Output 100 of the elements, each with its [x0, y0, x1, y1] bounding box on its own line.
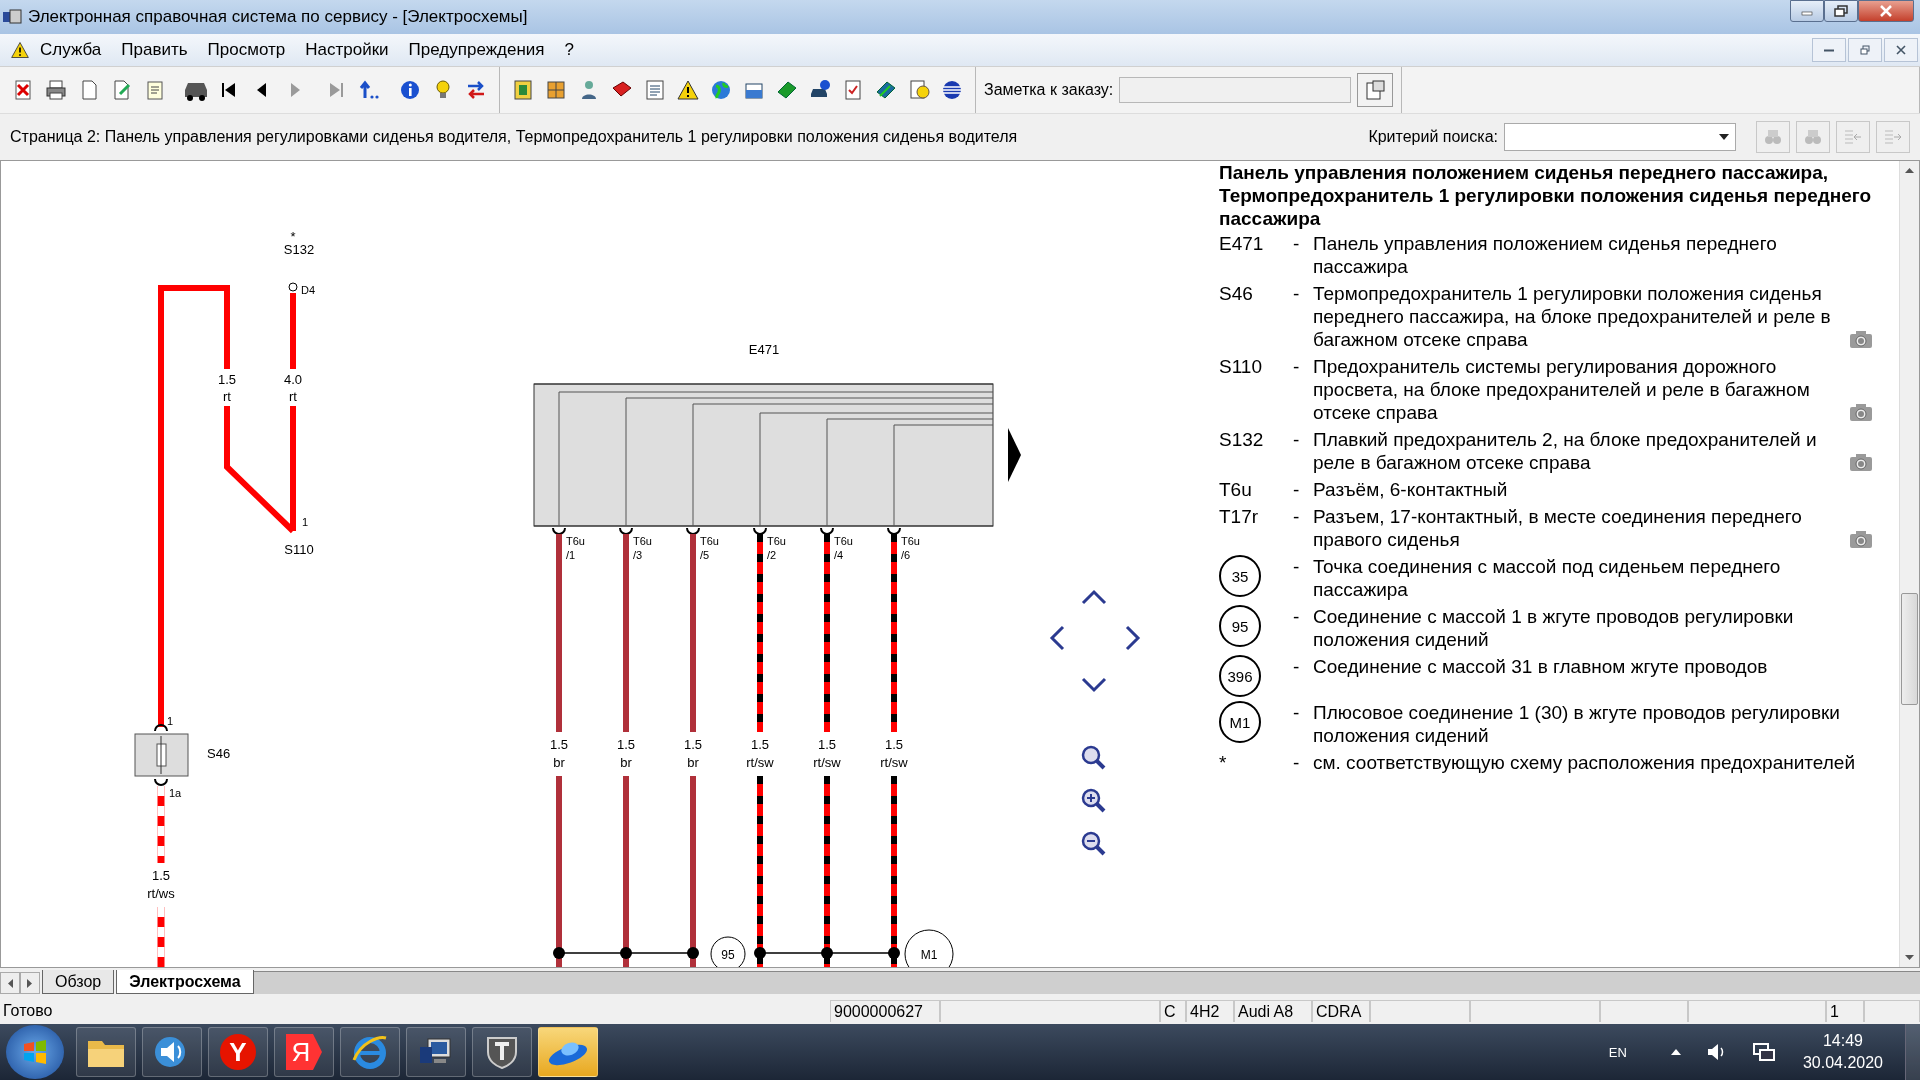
connector-label: T6u	[633, 535, 652, 547]
minimize-button[interactable]	[1790, 0, 1824, 22]
component-code: S46	[1219, 283, 1253, 304]
wire-mark: *	[290, 229, 296, 244]
browser-app-icon: Y	[220, 1034, 256, 1070]
taskbar-app-button[interactable]	[142, 1027, 202, 1077]
network-icon[interactable]	[1752, 1042, 1775, 1062]
ground-point-symbol: 35	[1219, 555, 1261, 597]
taskbar-app-button[interactable]	[406, 1027, 466, 1077]
tab-scroll-left-button[interactable]	[0, 972, 20, 994]
help-document-icon	[907, 78, 931, 102]
taskbar-app-button[interactable]	[340, 1027, 400, 1077]
taskbar-app-button[interactable]	[76, 1027, 136, 1077]
dropdown-icon	[1719, 134, 1729, 140]
scroll-down-icon[interactable]	[1081, 677, 1107, 693]
connector-pin-icon	[619, 527, 633, 535]
menu-item[interactable]: Настройки	[295, 40, 399, 60]
info-icon	[398, 78, 422, 102]
search-app-icon: Я	[286, 1034, 322, 1070]
component-code: S110	[1219, 356, 1262, 377]
grid-icon	[511, 78, 535, 102]
clock-date: 30.04.2020	[1802, 1053, 1883, 1073]
menu-item[interactable]: Просмотр	[197, 40, 296, 60]
zoom-in-icon[interactable]	[1081, 788, 1106, 813]
pin-label: 1a	[169, 787, 182, 799]
wire-color-code: rt	[289, 389, 297, 404]
component-code: T17r	[1219, 506, 1259, 527]
status-cell: Audi A8	[1234, 1000, 1312, 1022]
separator-dash: -	[1293, 233, 1300, 254]
component-description: Разъем, 17-контактный, в месте соединения переднего правого сиденья	[1313, 505, 1803, 551]
separator-dash: -	[1293, 283, 1300, 304]
camera-icon[interactable]	[1849, 453, 1873, 472]
connector-label: T6u	[901, 535, 920, 547]
left-arrow-icon	[7, 978, 13, 988]
component-code: E471	[1219, 233, 1264, 254]
browser-icon	[351, 1034, 389, 1070]
scroll-up-icon	[1905, 167, 1914, 173]
component-description: Точка соединения с массой под сиденьем переднего пассажира	[1313, 555, 1782, 601]
separator-dash: -	[1293, 702, 1300, 723]
close-button[interactable]	[1884, 38, 1918, 62]
wire-size: 1.5	[750, 737, 770, 752]
print-icon	[44, 78, 68, 102]
connector-pin-icon	[753, 527, 767, 535]
scroll-up-icon[interactable]	[1081, 589, 1107, 605]
ground-point: M1	[904, 929, 954, 967]
camera-icon[interactable]	[1849, 330, 1873, 349]
fuse-label: S132	[283, 242, 315, 257]
page-title: Страница 2: Панель управления регулировками сиденья водителя, Термопредохранитель 1 регулировки положения сиденья водителя	[10, 128, 1018, 146]
component-description: Термопредохранитель 1 регулировки положения сиденья переднего пассажира, на блоке предохранителей и реле в багажном отсеке справа	[1313, 282, 1832, 351]
zoom-icon[interactable]	[1081, 745, 1106, 770]
component-description: Соединение с массой 1 в жгуте проводов регулировки положения сидений	[1313, 605, 1795, 651]
scrollbar-thumb[interactable]	[1901, 593, 1918, 705]
taskbar-app-button[interactable]	[472, 1027, 532, 1077]
wire-color-code: rt/sw	[746, 755, 774, 770]
wire-color-code: rt/sw	[813, 755, 841, 770]
wire-size: 4.0	[283, 372, 303, 387]
scroll-right-icon[interactable]	[1125, 625, 1141, 651]
component-code: T6u	[1219, 479, 1252, 500]
legend-heading: Панель управления положением сиденья переднего пассажира, Термопредохранитель 1 регулировки положения сиденья переднего пассажира	[1219, 161, 1873, 230]
wire-size: 1.5	[549, 737, 569, 752]
close-icon	[1879, 5, 1893, 17]
windows-logo-icon	[22, 1039, 48, 1065]
menu-item[interactable]: Править	[111, 40, 198, 60]
order-note-label: Заметка к заказу:	[984, 81, 1114, 99]
separator-dash: -	[1293, 556, 1300, 577]
sheet-tab[interactable]: Электросхема	[116, 970, 254, 994]
taskbar-app-button[interactable]: Y	[208, 1027, 268, 1077]
close-button[interactable]	[1858, 0, 1914, 22]
scroll-left-icon[interactable]	[1049, 625, 1065, 651]
camera-icon[interactable]	[1849, 403, 1873, 422]
list-icon	[643, 78, 667, 102]
separator-dash: -	[1293, 606, 1300, 627]
status-cell: 4H2	[1186, 1000, 1234, 1022]
camera-icon[interactable]	[1849, 530, 1873, 549]
sheet-tab[interactable]: Обзор	[42, 970, 115, 994]
app-icon	[2, 7, 22, 27]
pin-label: /2	[767, 549, 777, 561]
restore-button[interactable]	[1824, 0, 1858, 22]
language-indicator[interactable]: EN	[1608, 1044, 1627, 1060]
tab-scroll-right-button[interactable]	[20, 972, 40, 994]
wire-color-code: rt	[223, 389, 231, 404]
ground-point-symbol: 95	[1219, 605, 1261, 647]
connector-label: T6u	[566, 535, 585, 547]
clock-time: 14:49	[1822, 1031, 1863, 1051]
show-hidden-icons[interactable]	[1670, 1049, 1681, 1055]
taskbar-app-button[interactable]: Я	[274, 1027, 334, 1077]
pin-label: D4	[301, 284, 316, 296]
menu-item[interactable]: Служба	[30, 40, 112, 60]
zoom-out-icon[interactable]	[1081, 831, 1106, 856]
close-icon	[1896, 45, 1906, 55]
menu-item[interactable]: Предупреждения	[398, 40, 555, 60]
fuse-label: S110	[284, 542, 314, 557]
wire-color-code: rt/ws	[147, 886, 175, 901]
clock[interactable]: 14:49 30.04.2020	[1802, 1030, 1883, 1074]
globe-icon	[709, 78, 733, 102]
wire-size: 1.5	[151, 868, 171, 883]
order-note-field[interactable]	[1119, 77, 1352, 103]
warning-icon	[10, 40, 30, 60]
menu-item[interactable]: ?	[554, 40, 584, 60]
wire-color-code: br	[553, 755, 565, 770]
